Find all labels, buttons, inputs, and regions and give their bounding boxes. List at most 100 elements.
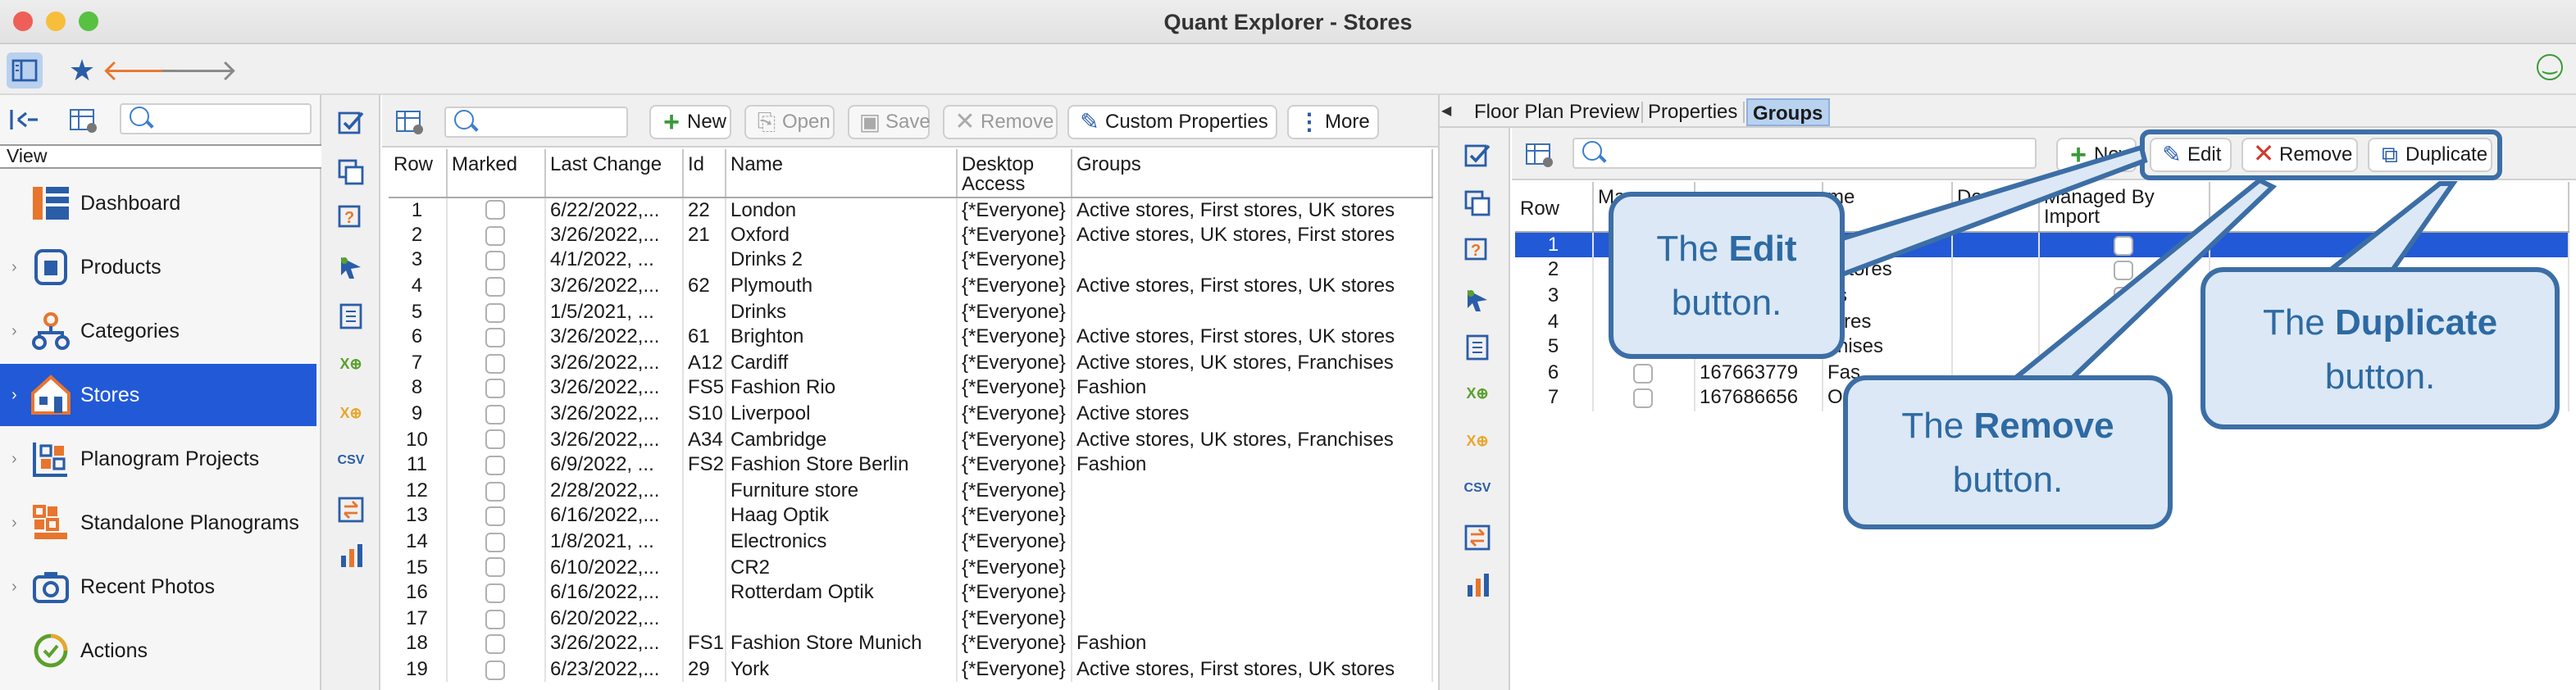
table-row[interactable]: 2 3/26/2022,... 21 Oxford {*Everyone} Active … [389, 222, 1432, 248]
column-header-description[interactable]: Descript [1951, 182, 2039, 233]
excel-import-icon[interactable]: X⊕ [1463, 428, 1492, 456]
nav-item-dashboard[interactable]: Dashboard [0, 172, 316, 234]
help-icon[interactable]: ? [1463, 236, 1492, 264]
excel-import-icon[interactable]: X⊕ [336, 400, 366, 428]
list-document-icon[interactable] [1463, 333, 1492, 361]
table-row[interactable]: 19 6/23/2022,... 29 York {*Everyone} Active s… [389, 656, 1432, 683]
groups-search-input[interactable] [1572, 138, 2037, 169]
marked-checkbox[interactable] [485, 481, 505, 502]
managed-by-import-checkbox[interactable] [2114, 235, 2133, 256]
column-header-row[interactable]: Row [389, 149, 447, 197]
more-button[interactable]: ⋮ More [1287, 105, 1379, 139]
csv-export-icon[interactable]: CSV [1463, 474, 1492, 502]
excel-export-icon[interactable]: X⊕ [1463, 380, 1492, 408]
chevron-right-icon[interactable]: › [11, 386, 17, 404]
help-icon[interactable]: ? [336, 203, 366, 231]
table-row[interactable]: 17 6/20/2022,... {*Everyone} [389, 606, 1432, 632]
column-header-managed-by-import[interactable]: Managed By Import [2038, 182, 2210, 233]
marked-checkbox[interactable] [485, 353, 505, 374]
marked-checkbox[interactable] [485, 404, 505, 424]
marked-checkbox[interactable] [485, 429, 505, 450]
marked-checkbox[interactable] [485, 276, 505, 297]
table-settings-icon[interactable] [392, 103, 428, 139]
marked-checkbox[interactable] [485, 328, 505, 348]
new-store-button[interactable]: + New [649, 105, 731, 139]
column-header-last-change[interactable]: Last Change [544, 149, 683, 197]
chevron-right-icon[interactable]: › [11, 514, 17, 532]
table-row[interactable]: 13 6/16/2022,... Haag Optik {*Everyone} [389, 503, 1432, 529]
column-header-marked[interactable]: Marked [446, 149, 545, 197]
table-row[interactable]: 1 6/22/2022,... 22 London {*Everyone} Active … [389, 197, 1432, 223]
nav-item-planogram-projects[interactable]: › Planogram Projects [0, 428, 316, 490]
nav-item-categories[interactable]: › Categories [0, 300, 316, 362]
bar-chart-icon[interactable] [1463, 570, 1492, 598]
table-settings-icon[interactable] [66, 102, 102, 138]
sidebar-toggle-icon[interactable] [7, 52, 43, 89]
nav-item-products[interactable]: › Products [0, 236, 316, 298]
marked-checkbox[interactable] [1633, 363, 1653, 384]
table-settings-icon[interactable] [1522, 136, 1558, 172]
column-header-row[interactable]: Row [1515, 182, 1593, 233]
select-cursor-icon[interactable] [1463, 285, 1492, 313]
select-cursor-icon[interactable] [336, 252, 366, 280]
close-window-button[interactable] [13, 11, 33, 31]
table-row[interactable]: 5 1/5/2021, ... Drinks {*Everyone} [389, 298, 1432, 325]
chevron-right-icon[interactable]: › [11, 578, 17, 596]
marked-checkbox[interactable] [485, 506, 505, 527]
forward-arrow-icon[interactable]: 🡒 [159, 52, 239, 89]
mark-checkbox-icon[interactable] [336, 108, 366, 136]
managed-by-import-checkbox[interactable] [2114, 261, 2133, 281]
table-row[interactable]: 10 3/26/2022,... A34 Cambridge {*Everyone} Ac… [389, 426, 1432, 452]
table-row[interactable]: 8 3/26/2022,... FS5 Fashion Rio {*Everyone} F… [389, 375, 1432, 402]
table-row[interactable]: 16 6/16/2022,... Rotterdam Optik {*Everyone… [389, 579, 1432, 606]
tab-groups[interactable]: Groups [1746, 98, 1830, 126]
tab-properties[interactable]: Properties [1643, 98, 1742, 126]
collapse-panel-icon[interactable] [7, 102, 43, 138]
copy-icon[interactable] [1463, 188, 1492, 216]
table-row[interactable]: 11 6/9/2022, ... FS2 Fashion Store Berlin {*… [389, 452, 1432, 479]
mark-checkbox-icon[interactable] [1463, 141, 1492, 169]
column-header-desktop-access[interactable]: Desktop Access [956, 149, 1072, 197]
marked-checkbox[interactable] [1633, 388, 1653, 409]
marked-checkbox[interactable] [485, 302, 505, 322]
marked-checkbox[interactable] [485, 583, 505, 604]
favorites-star-icon[interactable]: ★ [64, 52, 100, 89]
back-arrow-icon[interactable]: 🡐 [102, 52, 181, 89]
marked-checkbox[interactable] [485, 634, 505, 655]
marked-checkbox[interactable] [485, 200, 505, 220]
marked-checkbox[interactable] [485, 456, 505, 476]
open-store-button[interactable]: ⎘ Open [744, 105, 835, 139]
new-group-button[interactable]: + New [2056, 138, 2137, 172]
marked-checkbox[interactable] [485, 225, 505, 246]
marked-checkbox[interactable] [485, 557, 505, 578]
table-row[interactable]: 18 3/26/2022,... FS1 Fashion Store Munich {*… [389, 631, 1432, 657]
nav-item-stores[interactable]: › Stores [0, 364, 316, 426]
chevron-right-icon[interactable]: › [11, 322, 17, 340]
nav-item-standalone-planograms[interactable]: › Standalone Planograms [0, 492, 316, 554]
remove-store-button[interactable]: ✕ Remove [943, 105, 1058, 139]
column-header-groups[interactable]: Groups [1071, 149, 1432, 197]
table-row[interactable]: 14 1/8/2021, ... Electronics {*Everyone} [389, 529, 1432, 555]
table-row[interactable]: 12 2/28/2022,... Furniture store {*Everyone… [389, 478, 1432, 504]
column-header-id[interactable]: Id [682, 149, 726, 197]
collapse-left-icon[interactable]: ◀ [1441, 103, 1451, 118]
marked-checkbox[interactable] [485, 609, 505, 629]
minimize-window-button[interactable] [46, 11, 66, 31]
zoom-window-button[interactable] [79, 11, 98, 31]
marked-checkbox[interactable] [485, 532, 505, 552]
copy-icon[interactable] [336, 157, 366, 185]
stores-search-input[interactable] [444, 107, 628, 138]
marked-checkbox[interactable] [485, 251, 505, 271]
table-row[interactable]: 6 3/26/2022,... 61 Brighton {*Everyone} Activ… [389, 324, 1432, 351]
managed-by-import-checkbox[interactable] [2114, 286, 2133, 306]
marked-checkbox[interactable] [485, 660, 505, 680]
save-store-button[interactable]: ▣ Save [848, 105, 931, 139]
table-row[interactable]: 4 3/26/2022,... 62 Plymouth {*Everyone} Activ… [389, 273, 1432, 299]
excel-export-icon[interactable]: X⊕ [336, 351, 366, 379]
feedback-smiley-icon[interactable]: ‿ [2537, 54, 2563, 80]
navigation-search-input[interactable] [120, 103, 312, 134]
list-document-icon[interactable] [336, 302, 366, 329]
chevron-right-icon[interactable]: › [11, 450, 17, 468]
nav-item-actions[interactable]: Actions [0, 620, 316, 682]
transfer-icon[interactable] [336, 495, 366, 523]
